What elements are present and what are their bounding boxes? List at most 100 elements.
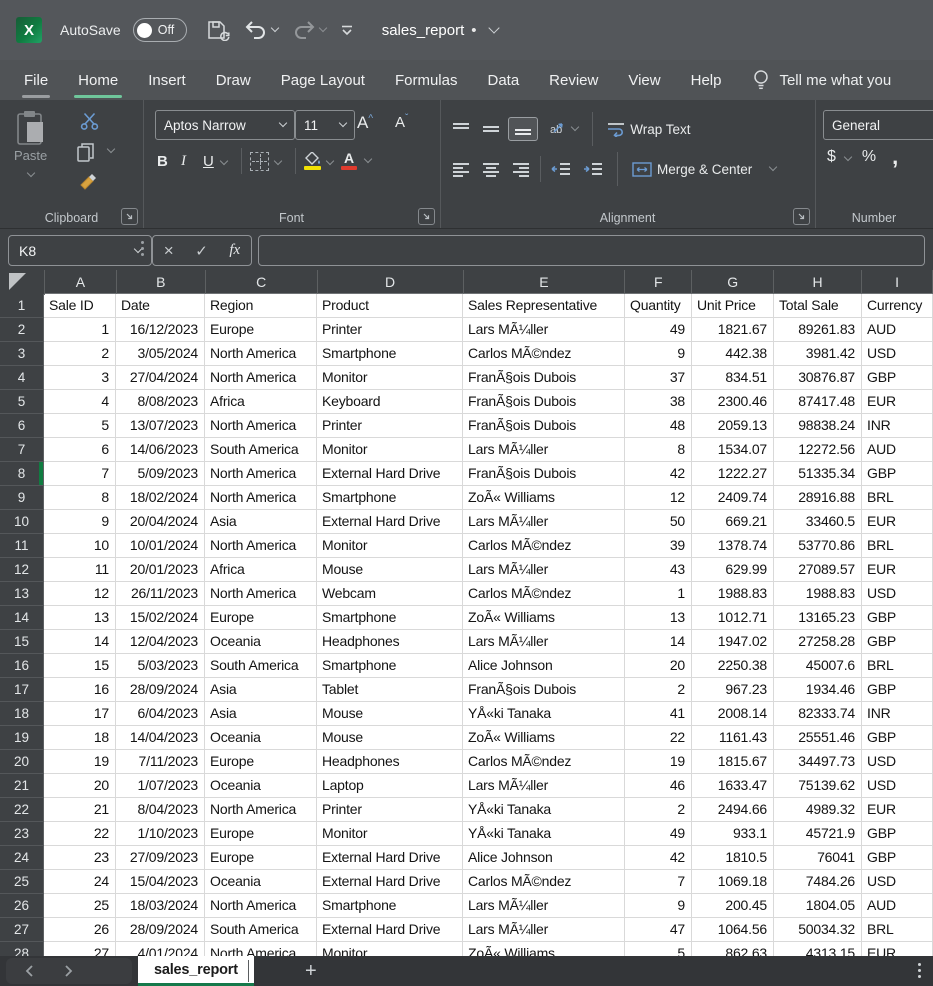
- cell-H24[interactable]: 76041: [774, 846, 862, 870]
- cell-B26[interactable]: 18/03/2024: [116, 894, 205, 918]
- cell-E5[interactable]: FranÃ§ois Dubois: [463, 390, 625, 414]
- cell-G28[interactable]: 862.63: [692, 942, 774, 956]
- cell-G19[interactable]: 1161.43: [692, 726, 774, 750]
- cell-B4[interactable]: 27/04/2024: [116, 366, 205, 390]
- cell-A4[interactable]: 3: [44, 366, 116, 390]
- cell-C28[interactable]: North America: [205, 942, 317, 956]
- bold-button[interactable]: B: [157, 153, 181, 170]
- cell-F11[interactable]: 39: [625, 534, 692, 558]
- cell-A11[interactable]: 10: [44, 534, 116, 558]
- tab-home[interactable]: Home: [76, 72, 120, 89]
- cell-G13[interactable]: 1988.83: [692, 582, 774, 606]
- increase-font-size-button[interactable]: A^: [357, 113, 373, 133]
- column-header-E[interactable]: E: [464, 270, 626, 294]
- cell-F18[interactable]: 41: [625, 702, 692, 726]
- insert-function-button[interactable]: fx: [229, 242, 240, 259]
- cell-H23[interactable]: 45721.9: [774, 822, 862, 846]
- row-header-23[interactable]: 23: [0, 822, 44, 846]
- cell-F19[interactable]: 22: [625, 726, 692, 750]
- cell-G7[interactable]: 1534.07: [692, 438, 774, 462]
- cell-B12[interactable]: 20/01/2023: [116, 558, 205, 582]
- cell-D24[interactable]: External Hard Drive: [317, 846, 463, 870]
- comma-format-button[interactable]: ,: [892, 152, 898, 162]
- cell-E20[interactable]: Carlos MÃ©ndez: [463, 750, 625, 774]
- cell-C19[interactable]: Oceania: [205, 726, 317, 750]
- row-header-19[interactable]: 19: [0, 726, 44, 750]
- cell-E25[interactable]: Carlos MÃ©ndez: [463, 870, 625, 894]
- cell-D11[interactable]: Monitor: [317, 534, 463, 558]
- column-header-B[interactable]: B: [117, 270, 206, 294]
- cell-F17[interactable]: 2: [625, 678, 692, 702]
- cell-A23[interactable]: 22: [44, 822, 116, 846]
- cell-B9[interactable]: 18/02/2024: [116, 486, 205, 510]
- row-header-6[interactable]: 6: [0, 414, 44, 438]
- cell-A10[interactable]: 9: [44, 510, 116, 534]
- cell-H26[interactable]: 1804.05: [774, 894, 862, 918]
- cell-F6[interactable]: 48: [625, 414, 692, 438]
- tab-help[interactable]: Help: [689, 72, 724, 89]
- cell-F1[interactable]: Quantity: [625, 294, 692, 318]
- cell-I10[interactable]: EUR: [862, 510, 933, 534]
- formula-input[interactable]: [258, 235, 925, 266]
- cell-H5[interactable]: 87417.48: [774, 390, 862, 414]
- cell-E23[interactable]: YÅ«ki Tanaka: [463, 822, 625, 846]
- cell-A27[interactable]: 26: [44, 918, 116, 942]
- cut-button[interactable]: [80, 112, 99, 131]
- cell-H25[interactable]: 7484.26: [774, 870, 862, 894]
- cell-I5[interactable]: EUR: [862, 390, 933, 414]
- cell-B1[interactable]: Date: [116, 294, 205, 318]
- cell-H15[interactable]: 27258.28: [774, 630, 862, 654]
- cell-G24[interactable]: 1810.5: [692, 846, 774, 870]
- cell-D6[interactable]: Printer: [317, 414, 463, 438]
- cell-D17[interactable]: Tablet: [317, 678, 463, 702]
- cell-G21[interactable]: 1633.47: [692, 774, 774, 798]
- tab-formulas[interactable]: Formulas: [393, 72, 460, 89]
- cell-C25[interactable]: Oceania: [205, 870, 317, 894]
- customize-toolbar-button[interactable]: [340, 25, 354, 36]
- paste-button[interactable]: Paste: [14, 110, 47, 181]
- cell-I24[interactable]: GBP: [862, 846, 933, 870]
- cell-D19[interactable]: Mouse: [317, 726, 463, 750]
- cell-G23[interactable]: 933.1: [692, 822, 774, 846]
- align-middle-button[interactable]: [482, 122, 500, 136]
- cell-F9[interactable]: 12: [625, 486, 692, 510]
- cell-B5[interactable]: 8/08/2023: [116, 390, 205, 414]
- cell-E24[interactable]: Alice Johnson: [463, 846, 625, 870]
- font-color-dropdown-icon[interactable]: [364, 155, 372, 163]
- cell-B21[interactable]: 1/07/2023: [116, 774, 205, 798]
- copy-dropdown-icon[interactable]: [107, 145, 115, 153]
- cell-F20[interactable]: 19: [625, 750, 692, 774]
- next-sheet-button[interactable]: [64, 956, 74, 986]
- cell-I4[interactable]: GBP: [862, 366, 933, 390]
- cell-F16[interactable]: 20: [625, 654, 692, 678]
- cell-I11[interactable]: BRL: [862, 534, 933, 558]
- undo-dropdown-icon[interactable]: [270, 24, 278, 32]
- cell-I23[interactable]: GBP: [862, 822, 933, 846]
- cell-A19[interactable]: 18: [44, 726, 116, 750]
- cell-F26[interactable]: 9: [625, 894, 692, 918]
- cell-H20[interactable]: 34497.73: [774, 750, 862, 774]
- cell-H8[interactable]: 51335.34: [774, 462, 862, 486]
- cell-H18[interactable]: 82333.74: [774, 702, 862, 726]
- orientation-button[interactable]: ab: [550, 120, 562, 138]
- cell-C2[interactable]: Europe: [205, 318, 317, 342]
- format-painter-button[interactable]: [78, 172, 98, 192]
- cell-G22[interactable]: 2494.66: [692, 798, 774, 822]
- cell-D15[interactable]: Headphones: [317, 630, 463, 654]
- cell-H3[interactable]: 3981.42: [774, 342, 862, 366]
- cell-A15[interactable]: 14: [44, 630, 116, 654]
- cell-E13[interactable]: Carlos MÃ©ndez: [463, 582, 625, 606]
- cell-F15[interactable]: 14: [625, 630, 692, 654]
- cell-C23[interactable]: Europe: [205, 822, 317, 846]
- cell-H19[interactable]: 25551.46: [774, 726, 862, 750]
- row-header-26[interactable]: 26: [0, 894, 44, 918]
- cell-D16[interactable]: Smartphone: [317, 654, 463, 678]
- cell-G11[interactable]: 1378.74: [692, 534, 774, 558]
- cell-C14[interactable]: Europe: [205, 606, 317, 630]
- cell-I19[interactable]: GBP: [862, 726, 933, 750]
- cell-E18[interactable]: YÅ«ki Tanaka: [463, 702, 625, 726]
- cell-B6[interactable]: 13/07/2023: [116, 414, 205, 438]
- cell-H7[interactable]: 12272.56: [774, 438, 862, 462]
- autosave-toggle[interactable]: Off: [133, 18, 187, 42]
- cell-I25[interactable]: USD: [862, 870, 933, 894]
